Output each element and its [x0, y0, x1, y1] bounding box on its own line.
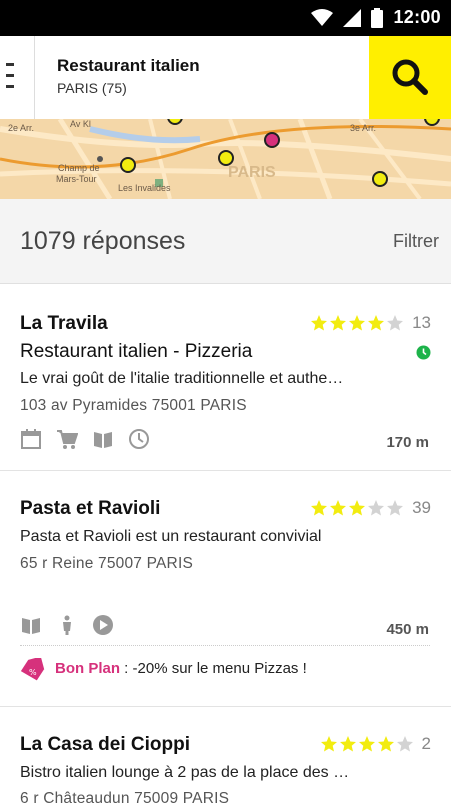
star-filled-icon — [339, 736, 356, 752]
listing-distance: 170 m — [386, 434, 429, 451]
rating-stars — [310, 314, 404, 332]
svg-text:%: % — [29, 668, 37, 677]
scooter-icon — [63, 615, 71, 635]
star-filled-icon — [330, 500, 347, 516]
battery-icon — [371, 7, 384, 28]
star-filled-icon — [358, 736, 375, 752]
map-label: 3e Arr. — [350, 123, 377, 133]
clock-time: 12:00 — [393, 7, 441, 27]
star-empty-icon — [396, 736, 413, 752]
services-row — [20, 428, 150, 450]
star-empty-icon — [387, 315, 404, 331]
promo-label: Bon Plan — [55, 660, 121, 677]
listing-name[interactable]: La Casa dei Cioppi — [20, 734, 190, 756]
search-button[interactable] — [369, 36, 451, 119]
review-count: 39 — [412, 498, 431, 517]
search-query[interactable]: Restaurant italien — [57, 56, 200, 76]
listing-description: Le vrai goût de l'italie traditionnelle … — [20, 370, 344, 387]
star-filled-icon — [311, 500, 328, 516]
calendar-icon — [21, 429, 41, 449]
listing-rating: 39 — [310, 498, 431, 518]
open-now-icon — [416, 345, 431, 360]
menu-book-icon — [94, 432, 112, 448]
results-count: 1079 réponses — [20, 227, 186, 255]
star-filled-icon — [320, 736, 337, 752]
star-empty-icon — [368, 500, 385, 516]
listing-description: Bistro italien lounge à 2 pas de la plac… — [20, 764, 350, 781]
signal-icon — [343, 8, 362, 27]
listing-name[interactable]: Pasta et Ravioli — [20, 498, 160, 520]
listing-rating: 13 — [310, 313, 431, 333]
star-filled-icon — [368, 315, 385, 331]
map-label: PARIS — [228, 164, 276, 181]
promo-banner[interactable]: % Bon Plan : -20% sur le menu Pizzas ! — [20, 645, 430, 690]
promo-detail: : -20% sur le menu Pizzas ! — [120, 660, 307, 677]
map-label: 2e Arr. — [8, 123, 35, 133]
play-icon — [93, 615, 113, 635]
search-icon — [392, 59, 428, 95]
listing-address: 103 av Pyramides 75001 PARIS — [20, 397, 247, 414]
status-bar: 12:00 — [0, 0, 451, 36]
review-count: 2 — [421, 734, 431, 753]
rating-stars — [310, 499, 404, 517]
services-row — [20, 614, 114, 636]
listing-category: Restaurant italien - Pizzeria — [20, 341, 253, 362]
star-filled-icon — [311, 315, 328, 331]
listing-description: Pasta et Ravioli est un restaurant convi… — [20, 528, 322, 545]
star-filled-icon — [349, 500, 366, 516]
listing-address: 6 r Châteaudun 75009 PARIS — [20, 790, 230, 807]
review-count: 13 — [412, 313, 431, 332]
star-filled-icon — [330, 315, 347, 331]
map-label: Les Invalides — [118, 183, 171, 193]
results-map[interactable]: Champ de Mars-Tour Les Invalides PARIS A… — [0, 119, 451, 199]
listing-distance: 450 m — [386, 621, 429, 638]
listing-address: 65 r Reine 75007 PARIS — [20, 555, 193, 572]
map-streets — [0, 119, 451, 199]
map-label: Mars-Tour — [56, 174, 97, 184]
menu-button[interactable] — [0, 36, 35, 119]
search-bar: Restaurant italien PARIS (75) — [0, 36, 451, 120]
map-label: Champ de — [58, 163, 100, 173]
listing-name[interactable]: La Travila — [20, 313, 108, 335]
cart-icon — [57, 430, 78, 449]
listing-card[interactable]: La Travila 13 Restaurant italien - Pizze… — [0, 284, 451, 471]
search-location[interactable]: PARIS (75) — [57, 80, 127, 96]
star-filled-icon — [377, 736, 394, 752]
tag-icon: % — [20, 658, 45, 681]
wifi-icon — [311, 8, 334, 26]
rating-stars — [320, 735, 414, 753]
clock-icon — [129, 429, 149, 449]
star-filled-icon — [349, 315, 366, 331]
star-empty-icon — [387, 500, 404, 516]
promo-text: Bon Plan : -20% sur le menu Pizzas ! — [55, 660, 307, 677]
filter-button[interactable]: Filtrer — [393, 231, 439, 252]
listing-rating: 2 — [320, 734, 431, 754]
results-summary: 1079 réponses Filtrer — [0, 199, 451, 284]
map-label: Av Kl — [70, 119, 91, 129]
listing-card[interactable]: La Casa dei Cioppi 2 Bistro italien loun… — [0, 707, 451, 807]
menu-book-icon — [22, 618, 40, 634]
